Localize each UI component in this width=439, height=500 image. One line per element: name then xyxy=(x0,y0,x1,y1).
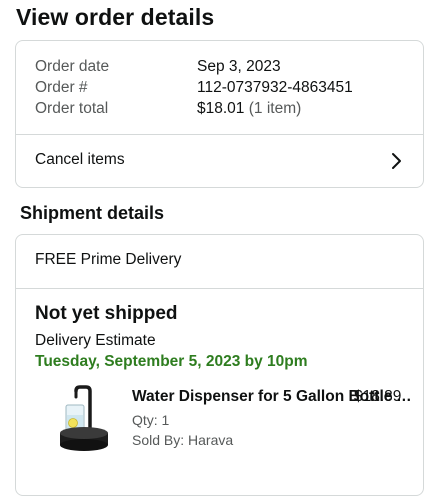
product-seller: Sold By: Harava xyxy=(132,432,234,448)
cancel-items-label: Cancel items xyxy=(35,151,125,168)
shipment-card: FREE Prime Delivery Not yet shipped Deli… xyxy=(15,234,424,496)
shipment-status: Not yet shipped xyxy=(35,303,178,324)
order-total-amount: $18.01 xyxy=(197,100,245,117)
shipment-section-title: Shipment details xyxy=(20,203,165,223)
order-date-value: Sep 3, 2023 xyxy=(197,58,281,75)
product-price: $18.89 xyxy=(354,388,402,405)
delivery-estimate-date: Tuesday, September 5, 2023 by 10pm xyxy=(35,353,308,370)
summary-divider xyxy=(16,134,423,135)
delivery-type: FREE Prime Delivery xyxy=(35,251,182,268)
shipment-divider xyxy=(16,288,423,289)
product-quantity: Qty: 1 xyxy=(132,412,170,428)
order-summary-card: Order date Sep 3, 2023 Order # 112-07379… xyxy=(15,40,424,188)
order-number-value: 112-0737932-4863451 xyxy=(197,79,353,96)
order-item-count: (1 item) xyxy=(248,100,302,117)
order-total-value: $18.01 (1 item) xyxy=(197,99,301,119)
page-title: View order details xyxy=(16,4,215,30)
delivery-estimate-label: Delivery Estimate xyxy=(35,332,156,349)
order-total-label: Order total xyxy=(35,100,109,117)
cancel-items-button[interactable]: Cancel items xyxy=(16,136,423,187)
water-dispenser-product-image[interactable] xyxy=(46,385,114,465)
order-date-label: Order date xyxy=(35,58,110,75)
chevron-right-icon xyxy=(392,153,401,169)
order-number-label: Order # xyxy=(35,79,88,96)
